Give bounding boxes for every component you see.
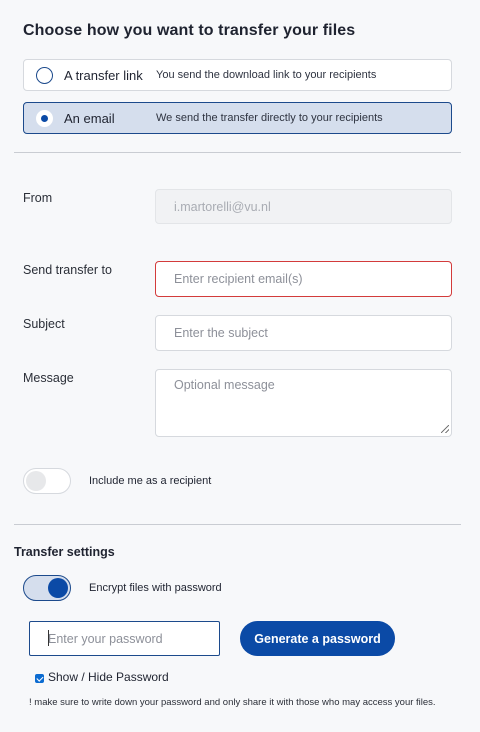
option-transfer-link[interactable]: A transfer link You send the download li… (23, 59, 452, 91)
text-cursor (48, 630, 49, 646)
radio-unchecked-icon[interactable] (36, 67, 53, 84)
radio-checked-icon[interactable] (36, 110, 53, 127)
option-description: You send the download link to your recip… (156, 69, 377, 81)
option-description: We send the transfer directly to your re… (156, 112, 383, 124)
toggle-knob (48, 578, 68, 598)
option-label: A transfer link (64, 68, 143, 83)
page-title: Choose how you want to transfer your fil… (23, 22, 356, 39)
option-email[interactable]: An email We send the transfer directly t… (23, 102, 452, 134)
from-field (155, 189, 452, 224)
subject-label: Subject (23, 317, 65, 331)
message-textarea[interactable] (155, 369, 452, 437)
section-title: Transfer settings (14, 545, 115, 559)
generate-password-button[interactable]: Generate a password (240, 621, 395, 656)
option-label: An email (64, 111, 115, 126)
include-me-label: Include me as a recipient (89, 475, 212, 487)
toggle-knob (26, 471, 46, 491)
divider (14, 152, 461, 153)
password-note: ! make sure to write down your password … (29, 697, 436, 708)
subject-input[interactable] (155, 315, 452, 351)
send-to-label: Send transfer to (23, 263, 112, 277)
recipient-email-input[interactable] (155, 261, 452, 297)
message-label: Message (23, 371, 74, 385)
resize-grip-icon[interactable] (441, 425, 449, 433)
from-label: From (23, 191, 53, 205)
show-password-label[interactable]: Show / Hide Password (48, 670, 169, 684)
show-password-checkbox[interactable] (35, 674, 44, 683)
divider (14, 524, 461, 525)
encrypt-label: Encrypt files with password (89, 582, 222, 594)
password-input[interactable] (29, 621, 220, 656)
encrypt-toggle[interactable] (23, 575, 71, 601)
include-me-toggle[interactable] (23, 468, 71, 494)
